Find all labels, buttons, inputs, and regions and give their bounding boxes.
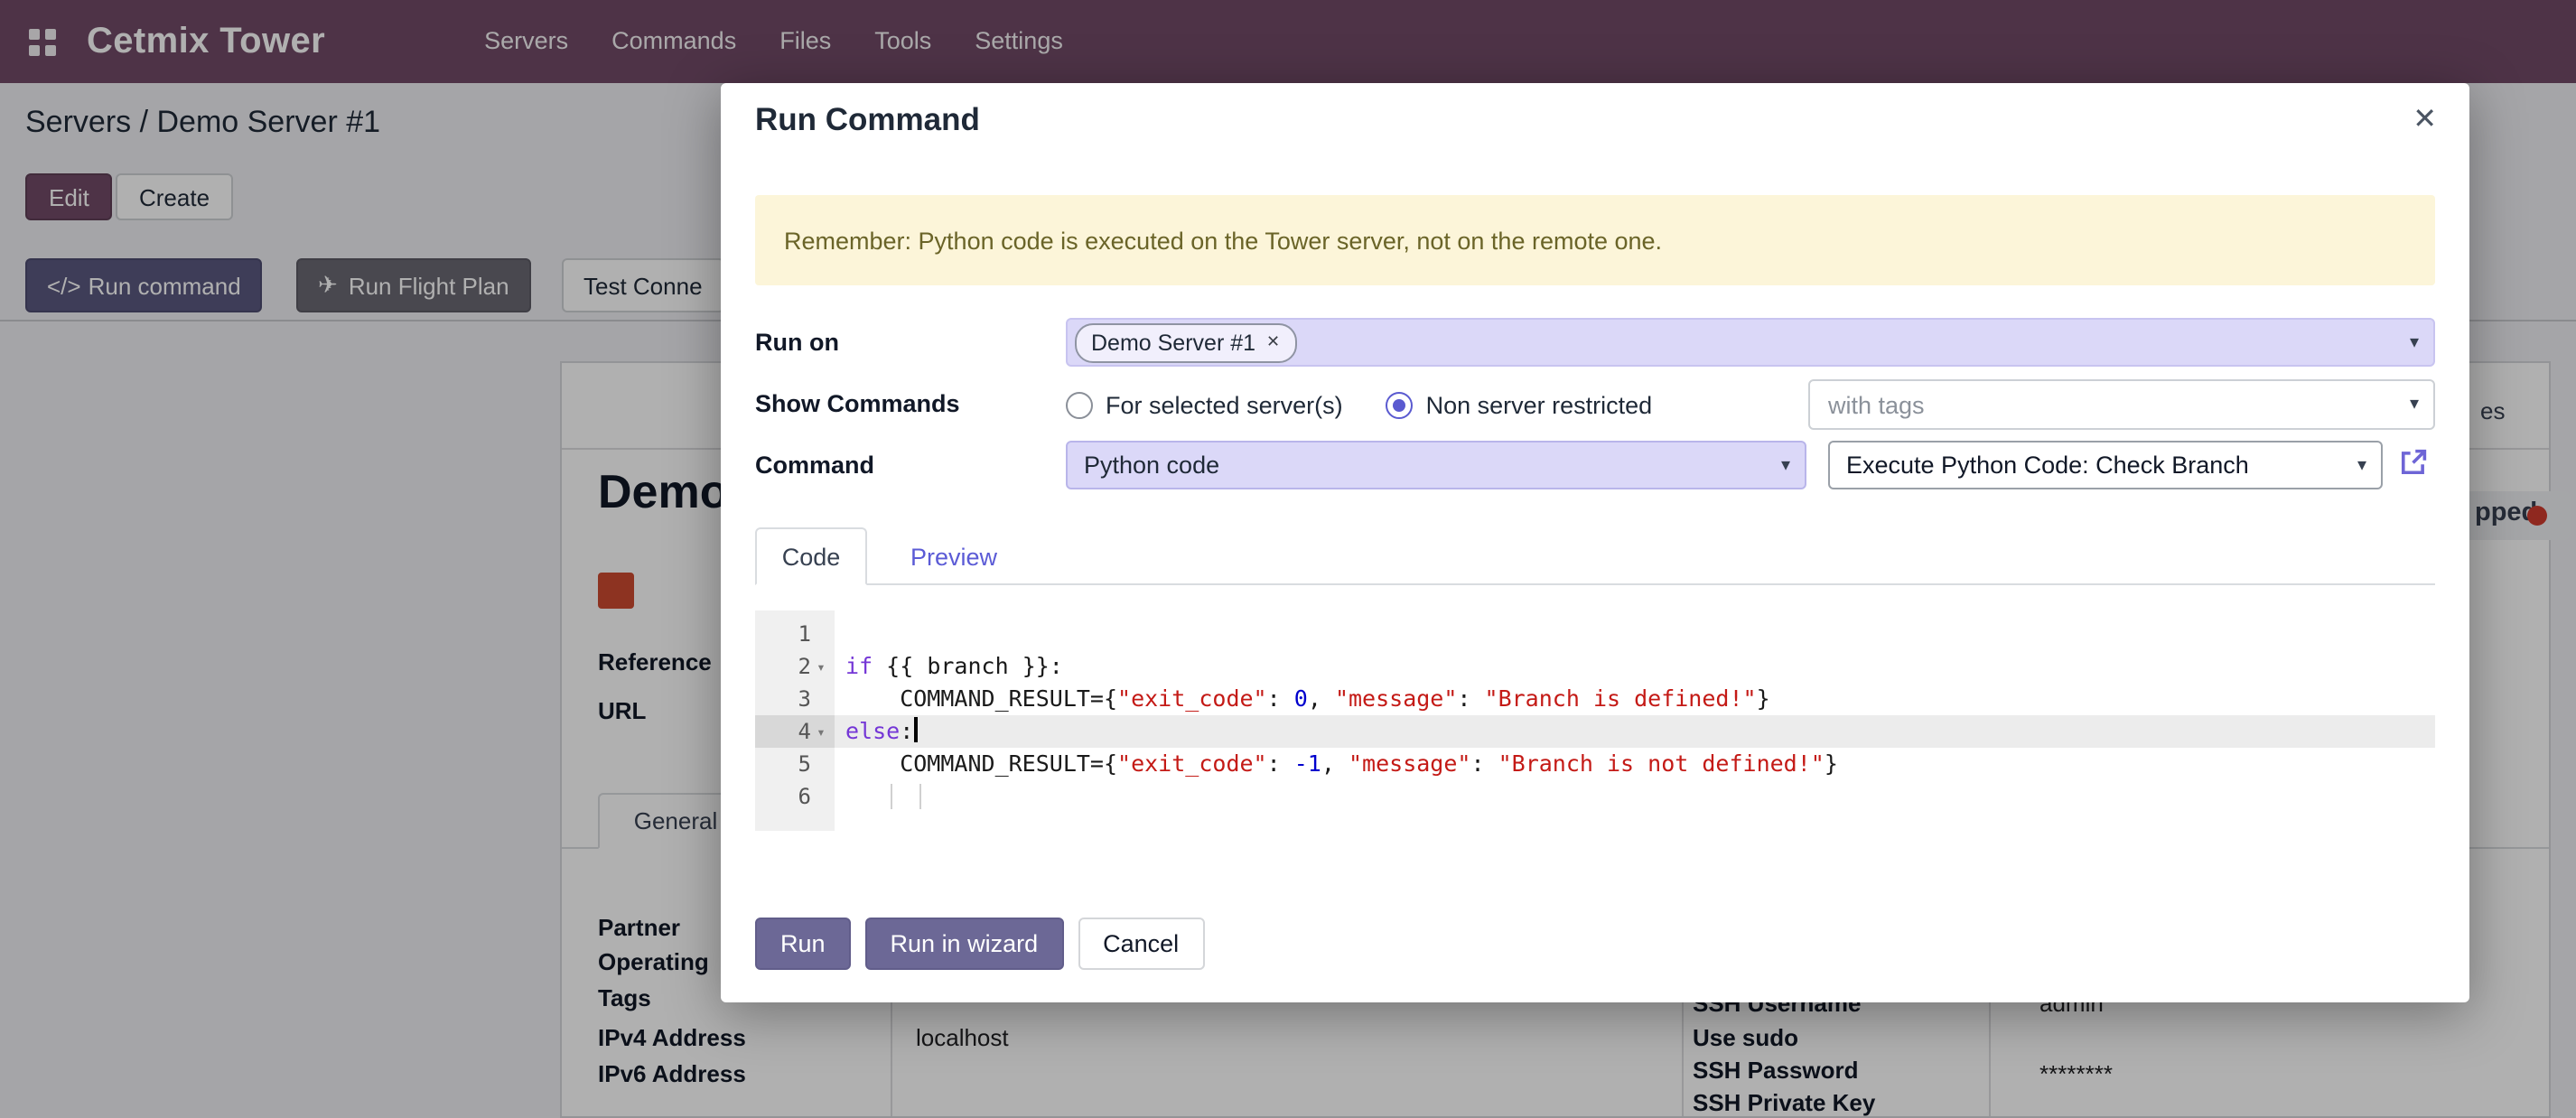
editor-gutter: 12▾34▾56 xyxy=(755,610,835,831)
code-line[interactable]: if {{ branch }}: xyxy=(835,650,2435,683)
code-line[interactable] xyxy=(835,618,2435,650)
screen: Cetmix Tower ServersCommandsFilesToolsSe… xyxy=(0,0,2576,1118)
editor-code[interactable]: if {{ branch }}: COMMAND_RESULT={"exit_c… xyxy=(835,610,2435,831)
label-command: Command xyxy=(755,452,874,479)
code-line[interactable]: COMMAND_RESULT={"exit_code": -1, "messag… xyxy=(835,748,2435,780)
label-show-commands: Show Commands xyxy=(755,390,960,417)
radio-for-selected-servers[interactable] xyxy=(1066,391,1093,418)
radio-for-selected-servers-label[interactable]: For selected server(s) xyxy=(1106,391,1343,418)
code-line[interactable]: COMMAND_RESULT={"exit_code": 0, "message… xyxy=(835,683,2435,715)
gutter-line-number: 2▾ xyxy=(755,650,835,683)
chevron-down-icon: ▾ xyxy=(2357,455,2366,475)
dialog-title: Run Command xyxy=(755,101,980,139)
warning-text: Remember: Python code is executed on the… xyxy=(784,227,1662,254)
label-run-on: Run on xyxy=(755,329,839,356)
chevron-down-icon: ▾ xyxy=(1781,455,1790,475)
radio-non-server-restricted-label[interactable]: Non server restricted xyxy=(1426,391,1653,418)
server-tag-chip: Demo Server #1 ✕ xyxy=(1075,322,1296,362)
code-line[interactable]: else: xyxy=(835,715,2435,748)
gutter-line-number: 1 xyxy=(755,618,835,650)
fold-arrow-icon[interactable]: ▾ xyxy=(811,723,831,740)
editor-tabbar: Code Preview xyxy=(755,527,2435,585)
fold-arrow-icon[interactable]: ▾ xyxy=(811,658,831,675)
command-select[interactable]: Execute Python Code: Check Branch ▾ xyxy=(1828,441,2383,489)
command-type-select[interactable]: Python code ▾ xyxy=(1066,441,1806,489)
run-in-wizard-button[interactable]: Run in wizard xyxy=(865,918,1064,970)
gutter-line-number: 5 xyxy=(755,748,835,780)
radio-non-server-restricted[interactable] xyxy=(1386,391,1414,418)
run-button[interactable]: Run xyxy=(755,918,851,970)
show-commands-radios: For selected server(s) Non server restri… xyxy=(1066,379,1652,430)
close-icon[interactable]: ✕ xyxy=(2413,101,2437,137)
gutter-line-number: 4▾ xyxy=(755,715,835,748)
external-link-icon[interactable] xyxy=(2397,446,2430,479)
warning-banner: Remember: Python code is executed on the… xyxy=(755,195,2435,285)
chip-remove-icon[interactable]: ✕ xyxy=(1266,332,1280,352)
gutter-line-number: 3 xyxy=(755,683,835,715)
dialog-footer: Run Run in wizard Cancel xyxy=(755,918,1204,970)
code-line[interactable] xyxy=(835,780,2435,813)
text-cursor xyxy=(913,717,917,742)
run-command-dialog: Run Command ✕ Remember: Python code is e… xyxy=(721,83,2469,1002)
gutter-line-number: 6 xyxy=(755,780,835,813)
run-on-select[interactable]: Demo Server #1 ✕ ▾ xyxy=(1066,318,2435,367)
tab-preview[interactable]: Preview xyxy=(885,527,1022,585)
tab-code[interactable]: Code xyxy=(755,527,867,585)
cancel-button[interactable]: Cancel xyxy=(1078,918,1204,970)
with-tags-select[interactable]: with tags ▾ xyxy=(1808,379,2435,430)
code-editor[interactable]: 12▾34▾56 if {{ branch }}: COMMAND_RESULT… xyxy=(755,610,2435,831)
chevron-down-icon: ▾ xyxy=(2410,332,2419,352)
chevron-down-icon: ▾ xyxy=(2410,395,2419,415)
